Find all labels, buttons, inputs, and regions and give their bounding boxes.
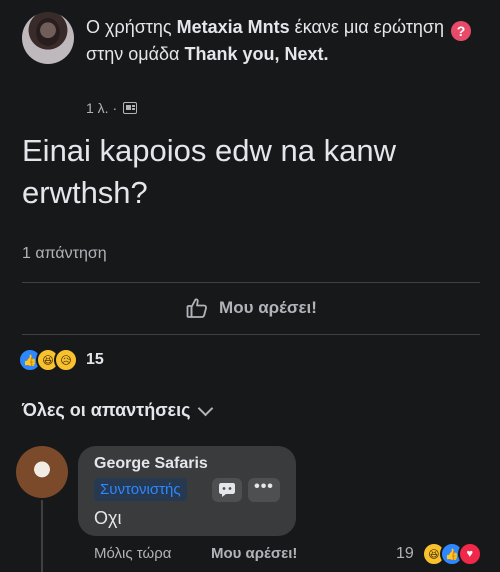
comment-like-button[interactable]: Μου αρέσει! [211,545,297,562]
author-avatar[interactable] [22,12,74,64]
group-icon [123,102,138,114]
post-like-button[interactable]: Μου αρέσει! [22,285,480,331]
header-mid: έκανε μια ερώτηση [294,17,444,37]
commenter-avatar[interactable] [16,446,68,498]
author-name[interactable]: Metaxia Mnts [177,17,290,37]
sad-reaction-icon: 😥 [54,348,78,372]
chevron-down-icon [198,400,214,416]
answers-count[interactable]: 1 απάντηση [22,245,107,263]
answers-filter-dropdown[interactable]: Όλες οι απαντήσεις [22,400,214,421]
post-reaction-count: 15 [86,351,104,368]
header-group-prefix: στην ομάδα [86,44,180,64]
love-reaction-icon: ♥ [457,542,482,566]
post-body: Einai kapoios edw na kanw erwthsh? [22,133,396,210]
answers-section-title: Όλες οι απαντήσεις [22,400,191,420]
divider-top [22,282,480,283]
comment-reaction-count: 19 [396,545,414,562]
chat-bubble-icon [219,483,235,497]
comment-author[interactable]: George Safaris [94,455,208,473]
thread-line [41,500,43,572]
post-header: Ο χρήστης Metaxia Mnts έκανε μια ερώτηση… [86,14,486,67]
thumbs-up-icon [186,298,208,318]
comment-text: Οχι [94,508,122,528]
header-prefix: Ο χρήστης [86,17,172,37]
moderator-chat-icon[interactable] [212,478,242,502]
comment-more-button[interactable]: ••• [248,478,280,502]
comment-time[interactable]: Μόλις τώρα [94,545,171,562]
divider-bottom [22,334,480,335]
post-reactions[interactable]: 👍 😆 😥 15 [18,348,104,372]
moderator-badge[interactable]: Συντονιστής [94,478,187,501]
post-meta: 1 λ. · [86,100,138,116]
post-time[interactable]: 1 λ. · [86,100,117,116]
group-name[interactable]: Thank you, Next. [184,44,328,64]
question-icon: ? [451,21,472,41]
post-like-label: Μου αρέσει! [219,298,317,317]
comment-reactions[interactable]: 19 😆 👍 ♥ [396,542,482,566]
